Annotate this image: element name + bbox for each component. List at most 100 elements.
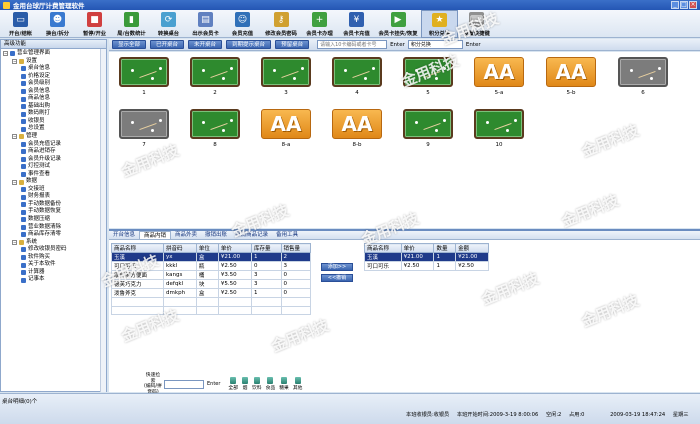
- pool-table-label: 1: [142, 90, 146, 96]
- closed-tables-button[interactable]: 未开桌台: [188, 40, 223, 49]
- pool-table-6[interactable]: [618, 57, 668, 87]
- close-button[interactable]: ×: [689, 1, 697, 9]
- tree-item[interactable]: 营业数据清除: [3, 224, 106, 232]
- product-row[interactable]: 康师傅方便面 kangs 桶 ¥3.50 3 0: [110, 270, 311, 280]
- tree-item[interactable]: − 营业管理界面: [3, 50, 106, 58]
- product-cell: 0: [280, 270, 311, 280]
- reserved-tables-button[interactable]: 预留桌台: [275, 40, 310, 49]
- pool-table-8-b[interactable]: AA: [332, 109, 382, 139]
- tab-3[interactable]: 撤销出账: [201, 231, 231, 239]
- collapse-icon[interactable]: −: [12, 134, 17, 140]
- tree-item[interactable]: 修改收银员密码: [3, 246, 106, 254]
- toolbar-button-7[interactable]: ⚷ 修改会员密码: [261, 10, 301, 38]
- collapse-icon[interactable]: −: [12, 58, 17, 64]
- pool-table-5-b[interactable]: AA: [546, 57, 596, 87]
- tree-item[interactable]: 数码刷打: [3, 110, 106, 118]
- tree-item[interactable]: − 数据: [3, 178, 106, 186]
- toolbar-button-6[interactable]: ☺ 会员充值: [224, 10, 261, 38]
- pool-table-7[interactable]: [119, 109, 169, 139]
- category-button-2[interactable]: 饮料: [252, 377, 262, 391]
- tree-item-label: 桌台信息: [28, 65, 51, 72]
- category-button-5[interactable]: 其他: [293, 377, 302, 391]
- product-cell: 瓶: [195, 261, 219, 271]
- remove-item-button[interactable]: <<撤销: [321, 274, 353, 282]
- toolbar-button-3[interactable]: ▮ 局/台数统计: [113, 10, 150, 38]
- expiring-tables-button[interactable]: 到期提示桌台: [226, 40, 272, 49]
- collapse-icon[interactable]: −: [12, 179, 17, 185]
- tree-item[interactable]: 收银员: [3, 118, 106, 126]
- show-all-button[interactable]: 显示全部: [112, 40, 147, 49]
- ball-icon: [658, 67, 661, 70]
- toolbar-button-9[interactable]: ¥ 会员卡充值: [338, 10, 375, 38]
- tab-4[interactable]: 撤消商品记录: [231, 231, 272, 239]
- tree-item[interactable]: 灯控测试: [3, 163, 106, 171]
- tree-item[interactable]: 商品进销存: [3, 148, 106, 156]
- tab-0[interactable]: 开台信息: [109, 231, 139, 239]
- tree-item[interactable]: 关于本软件: [3, 261, 106, 269]
- tree-item[interactable]: 会员升级记录: [3, 156, 106, 164]
- category-button-0[interactable]: 全部: [228, 377, 238, 391]
- product-row[interactable]: 可口可乐 kkkl 瓶 ¥2.50 0 3: [110, 261, 311, 271]
- order-row[interactable]: 玉溪 ¥21.00 1 ¥21.00: [364, 252, 489, 262]
- tree-item[interactable]: 手动数据恢复: [3, 208, 106, 216]
- tree-item[interactable]: 数据压缩: [3, 216, 106, 224]
- product-row[interactable]: 德芙巧克力 defqkl 块 ¥5.50 3 0: [110, 279, 311, 289]
- document-icon: [21, 73, 26, 79]
- pool-table-9[interactable]: [403, 109, 453, 139]
- pool-table-8-a[interactable]: AA: [261, 109, 311, 139]
- toolbar-button-2[interactable]: ■ 暂停/开业: [76, 10, 113, 38]
- tree-item[interactable]: 交接班: [3, 186, 106, 194]
- collapse-icon[interactable]: −: [12, 239, 17, 245]
- tab-2[interactable]: 商品外卖: [171, 231, 201, 239]
- toolbar-button-5[interactable]: ▤ 出示会员卡: [187, 10, 224, 38]
- tree-item[interactable]: 记事本: [3, 276, 106, 284]
- points-exchange-input[interactable]: [407, 40, 463, 49]
- add-item-button[interactable]: 添加>>: [321, 263, 353, 271]
- toolbar-button-12[interactable]: ⌨ 设置快捷键: [458, 10, 495, 38]
- minimize-button[interactable]: _: [671, 1, 679, 9]
- tree-item[interactable]: 会员级别: [3, 80, 106, 88]
- product-row[interactable]: 泼鲁斧克 dmkph 盒 ¥2.50 1 0: [110, 288, 311, 298]
- collapse-icon[interactable]: −: [3, 51, 8, 57]
- tree-item[interactable]: − 管理: [3, 133, 106, 141]
- category-button-3[interactable]: 食品: [266, 377, 275, 391]
- order-row[interactable]: 可口可乐 ¥2.50 1 ¥2.50: [364, 261, 489, 271]
- tree-item[interactable]: 事件查看: [3, 171, 106, 179]
- pool-table-3[interactable]: [261, 57, 311, 87]
- toolbar-button-8[interactable]: + 会员卡办理: [301, 10, 338, 38]
- tree-item[interactable]: 商品信息: [3, 95, 106, 103]
- product-row[interactable]: 玉溪 yx 盒 ¥21.00 1 2: [110, 252, 311, 262]
- toolbar-button-4[interactable]: ⟳ 转换桌台: [150, 10, 187, 38]
- tree-item[interactable]: 价格设定: [3, 73, 106, 81]
- search-enter-label: Enter: [207, 381, 221, 387]
- toolbar-button-11[interactable]: ★ 积分兑换: [421, 10, 458, 38]
- pool-table-2[interactable]: [190, 57, 240, 87]
- tree-item[interactable]: 财务报表: [3, 193, 106, 201]
- tree-item[interactable]: 基础出购: [3, 103, 106, 111]
- tree-item[interactable]: − 设置: [3, 58, 106, 66]
- pool-table-5[interactable]: [403, 57, 453, 87]
- tree-item[interactable]: 桌台信息: [3, 65, 106, 73]
- maximize-button[interactable]: □: [680, 1, 688, 9]
- tab-5[interactable]: 备用工具: [272, 231, 302, 239]
- open-tables-button[interactable]: 已开桌台: [150, 40, 185, 49]
- tree-item[interactable]: 商品库存清零: [3, 231, 106, 239]
- category-button-1[interactable]: 烟: [242, 377, 249, 391]
- tree-item[interactable]: 计算器: [3, 269, 106, 277]
- toolbar-button-1[interactable]: ☻ 换台/拆分: [39, 10, 76, 38]
- card-number-input[interactable]: [317, 40, 388, 49]
- tab-1[interactable]: 商品内销: [139, 231, 172, 239]
- pool-table-1[interactable]: [119, 57, 169, 87]
- tree-item[interactable]: 会员信息: [3, 88, 106, 96]
- category-button-4[interactable]: 糖果: [279, 377, 289, 391]
- pool-table-10[interactable]: [474, 109, 524, 139]
- pool-table-8[interactable]: [190, 109, 240, 139]
- toolbar-button-10[interactable]: ▶ 会员卡挂失/恢复: [375, 10, 421, 38]
- toolbar-button-0[interactable]: ▭ 开台/结帐: [2, 10, 39, 38]
- tree-scrollbar[interactable]: [100, 49, 106, 392]
- pool-table-4[interactable]: [332, 57, 382, 87]
- tree-item[interactable]: 会员充值记录: [3, 141, 106, 149]
- quick-search-input[interactable]: [164, 379, 204, 389]
- tree-item[interactable]: 总设置: [3, 125, 106, 133]
- pool-table-5-a[interactable]: AA: [474, 57, 524, 87]
